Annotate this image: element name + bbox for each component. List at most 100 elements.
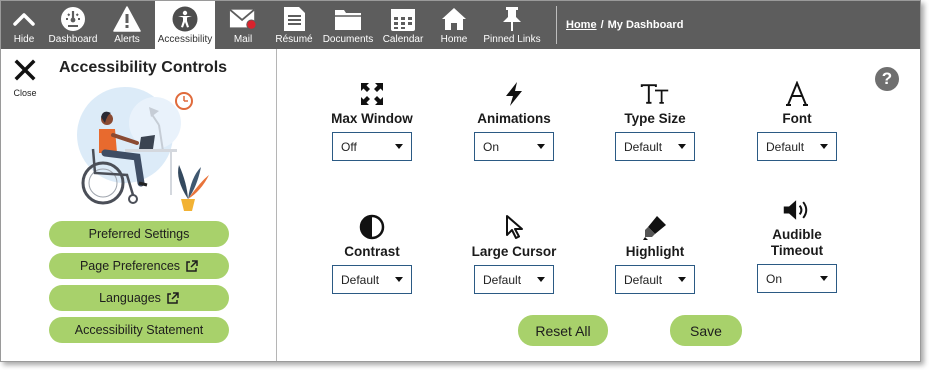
- external-link-icon: [185, 259, 198, 273]
- accessibility-settings-panel: ? Max Window Off Animations On Type Size…: [278, 49, 920, 361]
- pin-icon: [498, 5, 526, 33]
- nav-label: Home: [440, 34, 468, 45]
- calendar-icon: [389, 5, 417, 33]
- label-line-2: Timeout: [770, 243, 824, 258]
- page-preferences-button[interactable]: Page Preferences: [49, 253, 229, 279]
- animations-select[interactable]: On: [474, 132, 554, 161]
- caret-down-icon: [537, 277, 545, 282]
- caret-down-icon: [678, 277, 686, 282]
- select-value: Default: [624, 272, 663, 287]
- button-label: Preferred Settings: [88, 227, 190, 241]
- type-size-select[interactable]: Default: [615, 132, 695, 161]
- nav-pinned-links[interactable]: Pinned Links: [481, 1, 543, 49]
- nav-label: Accessibility: [157, 34, 213, 45]
- nav-accessibility[interactable]: Accessibility: [155, 1, 215, 49]
- nav-label: Pinned Links: [483, 34, 541, 45]
- cursor-icon: [499, 212, 529, 242]
- control-label: Font: [782, 111, 812, 126]
- warning-icon: [113, 5, 141, 33]
- audible-timeout-select[interactable]: On: [757, 264, 837, 293]
- lightning-icon: [499, 79, 529, 109]
- nav-dashboard[interactable]: Dashboard: [47, 1, 99, 49]
- control-font: Font Default: [742, 79, 852, 161]
- max-window-select[interactable]: Off: [332, 132, 412, 161]
- reset-all-button[interactable]: Reset All: [518, 315, 608, 346]
- highlight-select[interactable]: Default: [615, 265, 695, 294]
- label-line-1: Audible: [772, 227, 822, 242]
- nav-divider: [556, 6, 557, 44]
- control-label: Audible Timeout: [771, 227, 823, 259]
- external-link-icon: [166, 291, 179, 305]
- nav-home[interactable]: Home: [435, 1, 473, 49]
- control-large-cursor: Large Cursor Default: [459, 212, 569, 294]
- button-label: Page Preferences: [79, 259, 181, 273]
- control-label: Contrast: [344, 244, 400, 259]
- highlighter-icon: [640, 212, 670, 242]
- close-icon: [14, 59, 36, 86]
- nav-hide[interactable]: Hide: [5, 1, 43, 49]
- control-max-window: Max Window Off: [317, 79, 427, 161]
- large-cursor-select[interactable]: Default: [474, 265, 554, 294]
- breadcrumb-home-link[interactable]: Home: [566, 19, 597, 31]
- contrast-select[interactable]: Default: [332, 265, 412, 294]
- accessibility-sidebar: Close Accessibility Controls Preferred S…: [1, 49, 277, 361]
- nav-label: Résumé: [275, 34, 313, 45]
- nav-alerts[interactable]: Alerts: [105, 1, 149, 49]
- speaker-icon: [782, 195, 812, 225]
- preferred-settings-button[interactable]: Preferred Settings: [49, 221, 229, 247]
- select-value: Default: [624, 139, 663, 154]
- speedometer-icon: [59, 5, 87, 33]
- select-value: Off: [341, 139, 357, 154]
- expand-arrows-icon: [357, 79, 387, 109]
- select-value: On: [766, 271, 783, 286]
- button-label: Accessibility Statement: [74, 323, 204, 337]
- save-button[interactable]: Save: [670, 315, 742, 346]
- select-value: On: [483, 139, 500, 154]
- caret-down-icon: [678, 144, 686, 149]
- control-label: Animations: [477, 111, 551, 126]
- breadcrumb-separator: /: [600, 19, 604, 31]
- nav-mail[interactable]: Mail: [223, 1, 263, 49]
- document-icon: [280, 5, 308, 33]
- close-button[interactable]: Close: [7, 59, 43, 103]
- contrast-icon: [357, 212, 387, 242]
- button-label: Languages: [99, 291, 161, 305]
- breadcrumb: Home / My Dashboard: [566, 19, 683, 31]
- languages-button[interactable]: Languages: [49, 285, 229, 311]
- panel-title: Accessibility Controls: [59, 59, 228, 76]
- nav-label: Hide: [13, 34, 35, 45]
- text-size-icon: [640, 79, 670, 109]
- caret-down-icon: [820, 144, 828, 149]
- control-audible-timeout: Audible Timeout On: [742, 195, 852, 293]
- accessibility-icon: [171, 5, 199, 33]
- font-select[interactable]: Default: [757, 132, 837, 161]
- nav-label: Dashboard: [48, 34, 98, 45]
- accessibility-statement-button[interactable]: Accessibility Statement: [49, 317, 229, 343]
- nav-calendar[interactable]: Calendar: [381, 1, 425, 49]
- select-value: Default: [341, 272, 380, 287]
- nav-label: Documents: [322, 34, 374, 45]
- close-label: Close: [13, 88, 37, 98]
- nav-label: Mail: [233, 34, 253, 45]
- control-label: Highlight: [625, 244, 685, 259]
- control-type-size: Type Size Default: [600, 79, 710, 161]
- mail-icon: [229, 5, 257, 33]
- select-value: Default: [483, 272, 522, 287]
- select-value: Default: [766, 139, 805, 154]
- home-icon: [440, 5, 468, 33]
- control-highlight: Highlight Default: [600, 212, 710, 294]
- wheelchair-user-illustration: [63, 83, 223, 213]
- nav-label: Calendar: [382, 34, 424, 45]
- caret-down-icon: [395, 144, 403, 149]
- caret-down-icon: [537, 144, 545, 149]
- nav-resume[interactable]: Résumé: [273, 1, 315, 49]
- help-icon[interactable]: ?: [875, 67, 899, 91]
- control-label: Type Size: [624, 111, 686, 126]
- chevron-up-icon: [10, 5, 38, 33]
- nav-documents[interactable]: Documents: [321, 1, 375, 49]
- control-contrast: Contrast Default: [317, 212, 427, 294]
- top-nav-bar: Hide Dashboard Alerts Accessibility Mail: [1, 1, 920, 49]
- breadcrumb-current: My Dashboard: [607, 19, 684, 31]
- nav-label: Alerts: [114, 34, 140, 45]
- app-window: Hide Dashboard Alerts Accessibility Mail: [0, 0, 921, 362]
